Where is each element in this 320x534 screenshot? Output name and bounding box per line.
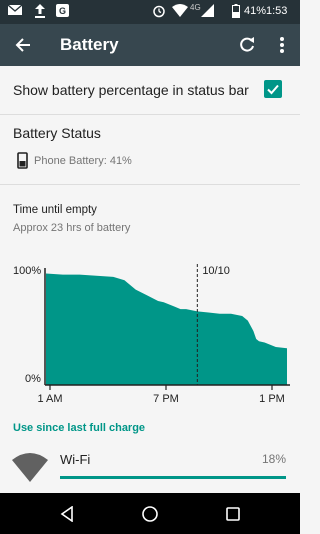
refresh-icon bbox=[240, 37, 254, 52]
battery-chart-svg: 10/10 100% 0% 1 AM 7 PM 1 PM bbox=[13, 264, 290, 405]
svg-text:G: G bbox=[59, 6, 66, 16]
usage-item-wifi[interactable]: Wi-Fi 18% bbox=[0, 446, 300, 493]
signal-icon bbox=[201, 4, 214, 17]
battery-icon bbox=[232, 4, 240, 18]
nav-back-icon bbox=[60, 506, 73, 522]
more-vert-icon bbox=[280, 37, 284, 53]
usage-bar-fill bbox=[60, 476, 286, 479]
alarm-icon bbox=[153, 5, 165, 18]
nav-recents-icon bbox=[226, 507, 240, 521]
back-button[interactable] bbox=[11, 33, 35, 57]
battery-percent-text: 41% bbox=[244, 5, 267, 17]
x-tick-label: 1 PM bbox=[259, 393, 285, 405]
wifi-status-icon bbox=[172, 4, 188, 17]
use-since-heading: Use since last full charge bbox=[13, 422, 146, 434]
battery-area-series bbox=[46, 273, 287, 385]
divider bbox=[0, 184, 300, 185]
navigation-bar bbox=[0, 493, 300, 534]
network-type-label: 4G bbox=[190, 3, 201, 12]
show-percentage-label: Show battery percentage in status bar bbox=[13, 82, 249, 98]
phone-battery-icon bbox=[17, 152, 28, 169]
checkmark-icon bbox=[267, 84, 279, 95]
google-icon: G bbox=[56, 4, 69, 17]
upload-icon bbox=[35, 4, 45, 18]
overflow-menu-button[interactable] bbox=[270, 33, 294, 57]
x-tick-label: 7 PM bbox=[153, 393, 179, 405]
battery-settings-content: Show battery percentage in status bar Ba… bbox=[0, 66, 300, 493]
show-percentage-row[interactable]: Show battery percentage in status bar bbox=[0, 66, 300, 114]
page-title: Battery bbox=[60, 35, 119, 54]
status-bar: G 4G 41% 1:53 bbox=[0, 0, 300, 24]
back-arrow-icon bbox=[15, 38, 30, 52]
mail-icon bbox=[8, 4, 22, 15]
battery-status-text: Phone Battery: 41% bbox=[34, 155, 132, 167]
nav-back-button[interactable] bbox=[56, 503, 78, 525]
battery-status-title: Battery Status bbox=[13, 125, 101, 141]
y-tick-label: 100% bbox=[13, 265, 41, 277]
nav-home-icon bbox=[142, 506, 158, 522]
refresh-button[interactable] bbox=[235, 33, 259, 57]
divider bbox=[0, 114, 300, 115]
nav-home-button[interactable] bbox=[139, 503, 161, 525]
usage-item-label: Wi-Fi bbox=[60, 452, 91, 467]
y-tick-label: 0% bbox=[25, 373, 41, 385]
show-percentage-checkbox[interactable] bbox=[264, 80, 282, 98]
x-tick-label: 1 AM bbox=[37, 393, 62, 405]
usage-bar-track bbox=[60, 476, 286, 479]
battery-chart: 10/10 100% 0% 1 AM 7 PM 1 PM bbox=[0, 251, 300, 411]
date-marker-label: 10/10 bbox=[202, 265, 230, 277]
clock-time: 1:53 bbox=[266, 5, 288, 17]
nav-recents-button[interactable] bbox=[222, 503, 244, 525]
usage-item-percent: 18% bbox=[261, 452, 286, 466]
time-until-empty-title: Time until empty bbox=[13, 204, 97, 216]
wifi-icon bbox=[12, 453, 48, 482]
time-until-empty-subtitle: Approx 23 hrs of battery bbox=[13, 222, 131, 234]
app-toolbar: Battery bbox=[0, 24, 300, 66]
